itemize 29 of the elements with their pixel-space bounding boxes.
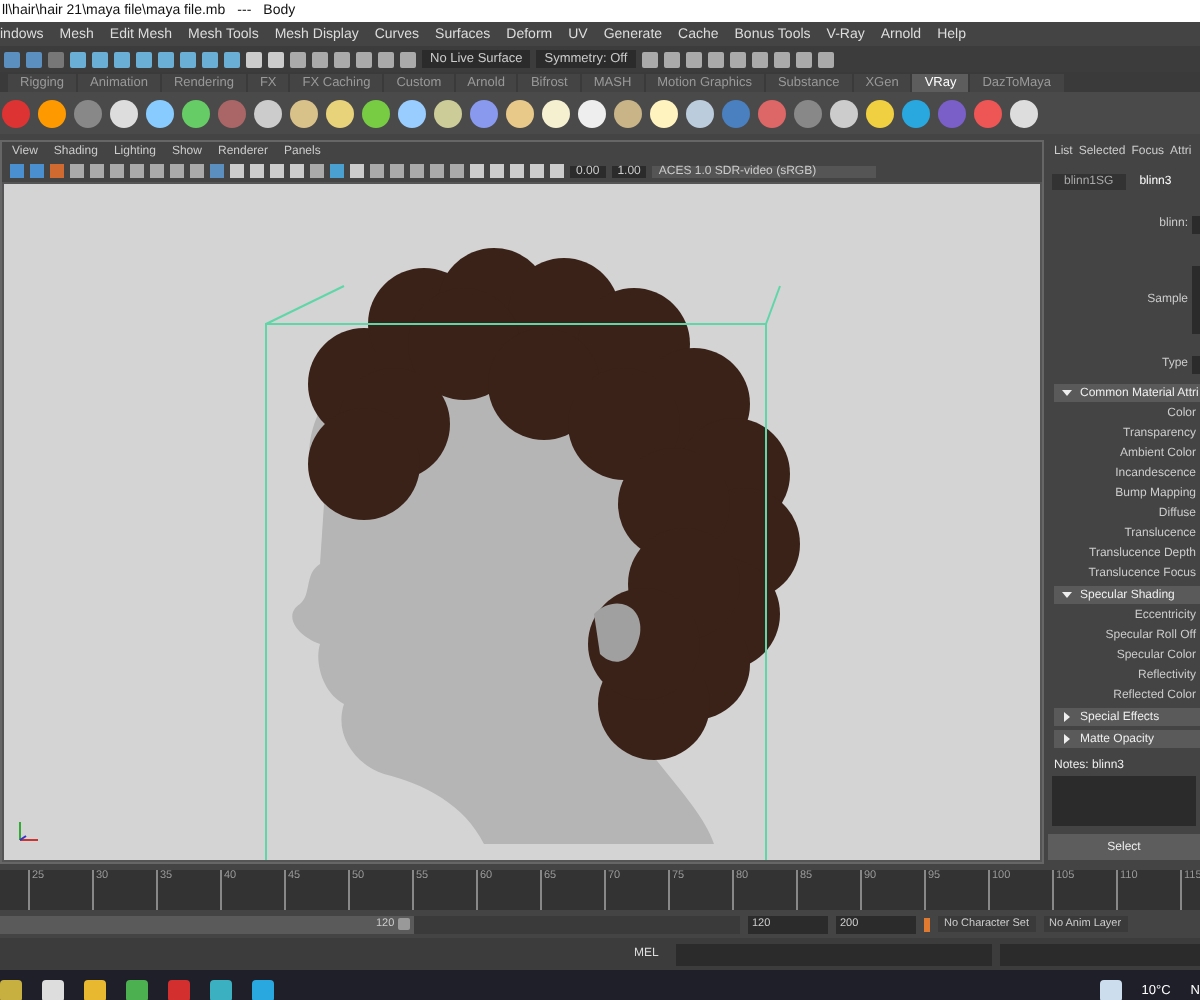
shelf-tool-icon[interactable]: [614, 99, 642, 127]
shelf-tool-icon[interactable]: [326, 99, 354, 127]
shelf-tool-icon[interactable]: [182, 99, 210, 127]
shelf-tool-icon[interactable]: [434, 99, 462, 127]
taskbar-app-icon[interactable]: [210, 979, 232, 1000]
shelf-tool-icon[interactable]: [866, 99, 894, 127]
thumbnail-icon[interactable]: [0, 979, 22, 1000]
shelf-tool-icon[interactable]: [110, 99, 138, 127]
shelf-tool-icon[interactable]: [542, 99, 570, 127]
shelf-tool-icon[interactable]: [290, 99, 318, 127]
shelf-tool-icon[interactable]: [902, 99, 930, 127]
shelf-tool-icon[interactable]: [398, 99, 426, 127]
notes-field[interactable]: [1052, 776, 1196, 826]
taskbar-app-icon[interactable]: [252, 979, 274, 1000]
shelf-tool-icon[interactable]: [362, 99, 390, 127]
taskbar-app-icon[interactable]: [126, 979, 148, 1000]
shelf-tool-icon[interactable]: [470, 99, 498, 127]
shelf-tool-icon[interactable]: [146, 99, 174, 127]
shelf-tool-icon[interactable]: [686, 99, 714, 127]
shelf-tool-icon[interactable]: [254, 99, 282, 127]
shelf-tool-icon[interactable]: [578, 99, 606, 127]
taskbar-app-icon[interactable]: [84, 979, 106, 1000]
taskbar-app-icon[interactable]: [42, 979, 64, 1000]
shelf-tool-icon[interactable]: [1010, 99, 1038, 127]
shelf-tool-icon[interactable]: [650, 99, 678, 127]
axis-gizmo-icon: [16, 820, 40, 844]
shelf-tool-icon[interactable]: [38, 99, 66, 127]
shelf-tool-icon[interactable]: [506, 99, 534, 127]
shelf-tool-icon[interactable]: [830, 99, 858, 127]
